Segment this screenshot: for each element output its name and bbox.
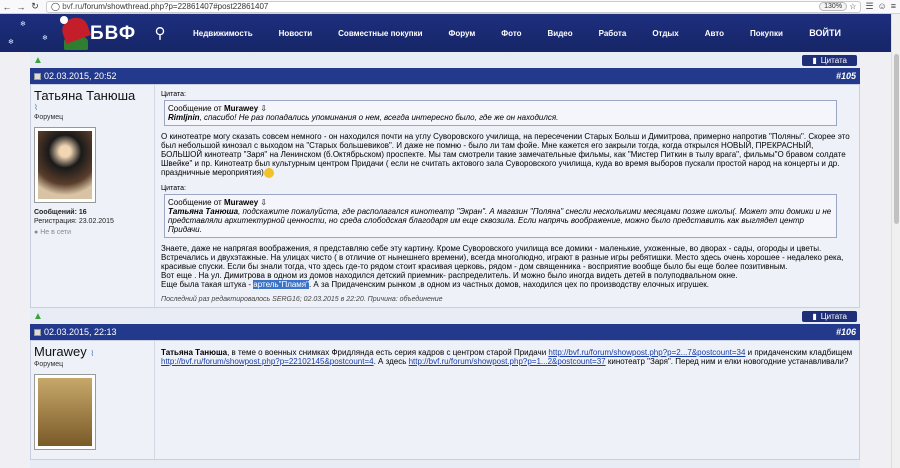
library-icon[interactable]: ☰ xyxy=(865,1,873,12)
reload-icon[interactable]: ↻ xyxy=(28,0,42,14)
post-header: 02.03.2015, 20:52 #105 xyxy=(30,68,860,84)
forward-icon[interactable]: → xyxy=(14,0,28,14)
quote-source: Сообщение от Murawey ⇩ xyxy=(168,198,268,207)
snowflake-icon: ❄ xyxy=(8,39,14,46)
back-icon[interactable]: ← xyxy=(0,0,14,14)
nav-photo[interactable]: Фото xyxy=(488,29,534,38)
logo-text: БВФ xyxy=(90,23,137,44)
snowflake-icon: ❄ xyxy=(20,21,26,28)
post-actions: ▲ ▮ Цитата xyxy=(30,308,860,324)
arrow-up-icon[interactable]: ▲ xyxy=(33,55,43,66)
shield-icon: ◯ xyxy=(51,2,60,11)
url-bar[interactable]: ◯ bvf.ru /forum/showthread.php?p=2286140… xyxy=(46,0,862,13)
post-header: 02.03.2015, 22:13 #106 xyxy=(30,324,860,340)
speech-bubble-icon: ▮ xyxy=(812,55,817,65)
bookmark-icon[interactable]: ☆ xyxy=(847,2,856,11)
nav-news[interactable]: Новости xyxy=(266,29,326,38)
post: Татьяна Танюша ⌇ Форумец Сообщений: 16 Р… xyxy=(30,84,860,308)
nav-realty[interactable]: Недвижимость xyxy=(180,29,266,38)
author-panel: Murawey ⌇ Форумец xyxy=(31,341,155,459)
quote-label: Цитата: xyxy=(161,91,186,98)
quote-text: Татьяна Танюша, подскажите пожалуйста, г… xyxy=(168,207,832,234)
nav-leisure[interactable]: Отдых xyxy=(639,29,691,38)
registration-date: Регистрация: 23.02.2015 xyxy=(34,218,114,225)
post-number[interactable]: #105 xyxy=(836,71,856,81)
snowflake-icon: ❄ xyxy=(42,35,48,42)
zoom-level[interactable]: 130% xyxy=(819,2,848,11)
author-name[interactable]: Татьяна Танюша xyxy=(34,88,151,103)
site-navbar: ❄ ❄ ❄ БВФ ⚲ Недвижимость Новости Совмест… xyxy=(0,14,891,52)
avatar[interactable] xyxy=(34,374,96,450)
post-text: О кинотеатре могу сказать совсем немного… xyxy=(161,132,850,178)
author-role: Форумец xyxy=(34,114,64,121)
thread-content: ▲ ▮ Цитата 02.03.2015, 20:52 #105 Татьяна… xyxy=(30,52,860,468)
quote-button-label: Цитата xyxy=(820,55,847,65)
page-scrollbar[interactable] xyxy=(891,14,900,468)
nav-auto[interactable]: Авто xyxy=(692,29,737,38)
quote-label: Цитата: xyxy=(161,185,186,192)
login-button[interactable]: ВОЙТИ xyxy=(809,28,841,38)
post-number[interactable]: #106 xyxy=(836,327,856,337)
nav-jobs[interactable]: Работа xyxy=(586,29,640,38)
search-icon[interactable]: ⚲ xyxy=(140,24,180,42)
view-post-icon[interactable]: ⇩ xyxy=(260,198,267,207)
post-text: Знаете, даже не напрягая воображения, я … xyxy=(161,244,844,289)
post: Murawey ⌇ Форумец Татьяна Танюша, в теме… xyxy=(30,340,860,460)
view-post-icon[interactable]: ⇩ xyxy=(260,104,267,113)
quote-button-label: Цитата xyxy=(820,311,847,321)
avatar[interactable] xyxy=(34,127,96,203)
url-path: /forum/showthread.php?p=22861407#post228… xyxy=(82,2,269,11)
selected-text: артель"Пламя" xyxy=(253,280,309,289)
quote-button[interactable]: ▮ Цитата xyxy=(802,54,857,66)
hat-pompom xyxy=(60,16,68,24)
author-name[interactable]: Murawey ⌇ xyxy=(34,344,151,359)
post-body: Татьяна Танюша, в теме о военных снимках… xyxy=(155,341,859,459)
post-count: Сообщений: 16 xyxy=(34,209,87,216)
post-link[interactable]: http://bvf.ru/forum/showpost.php?p=22102… xyxy=(161,357,374,366)
scrollbar-thumb[interactable] xyxy=(894,54,899,224)
post-text: Татьяна Танюша, в теме о военных снимках… xyxy=(161,348,853,366)
post-date: 02.03.2015, 20:52 xyxy=(44,71,117,81)
quote-text: Rimljnin, спасибо! Не раз попадались упо… xyxy=(168,113,559,122)
status-icon: ⌇ xyxy=(34,103,38,112)
arrow-up-icon[interactable]: ▲ xyxy=(33,311,43,322)
speech-bubble-icon: ▮ xyxy=(812,311,817,321)
smiley-icon xyxy=(263,168,274,178)
post-icon xyxy=(34,72,41,80)
post-actions: ▲ ▮ Цитата xyxy=(30,52,860,68)
author-role: Форумец xyxy=(34,361,64,368)
post-body: Цитата: Сообщение от Murawey ⇩ Rimljnin,… xyxy=(155,85,859,307)
nav-shopping[interactable]: Покупки xyxy=(737,29,796,38)
quote-block: Сообщение от Murawey ⇩ Rimljnin, спасибо… xyxy=(164,100,837,126)
quote-block: Сообщение от Murawey ⇩ Татьяна Танюша, п… xyxy=(164,194,837,238)
status-icon: ⌇ xyxy=(90,349,95,358)
nav-joint-purchases[interactable]: Совместные покупки xyxy=(325,29,435,38)
offline-status: ● Не в сети xyxy=(34,229,72,236)
quote-source: Сообщение от Murawey ⇩ xyxy=(168,104,268,113)
post-date: 02.03.2015, 22:13 xyxy=(44,327,117,337)
main-nav: Недвижимость Новости Совместные покупки … xyxy=(180,29,796,38)
post-link[interactable]: http://bvf.ru/forum/showpost.php?p=1...2… xyxy=(409,357,606,366)
post-link[interactable]: http://bvf.ru/forum/showpost.php?p=2...7… xyxy=(548,348,745,357)
author-panel: Татьяна Танюша ⌇ Форумец Сообщений: 16 Р… xyxy=(31,85,155,307)
account-icon[interactable]: ☺ xyxy=(878,1,887,12)
post-icon xyxy=(34,328,41,336)
edit-note: Последний раз редактировалось SERG16; 02… xyxy=(161,296,443,303)
url-host: bvf.ru xyxy=(62,2,83,11)
menu-icon[interactable]: ≡ xyxy=(891,1,896,12)
site-logo[interactable]: ❄ ❄ ❄ БВФ xyxy=(0,14,140,52)
quote-button[interactable]: ▮ Цитата xyxy=(802,310,857,322)
nav-forum[interactable]: Форум xyxy=(436,29,489,38)
browser-toolbar: ← → ↻ ◯ bvf.ru /forum/showthread.php?p=2… xyxy=(0,0,900,14)
nav-video[interactable]: Видео xyxy=(535,29,586,38)
